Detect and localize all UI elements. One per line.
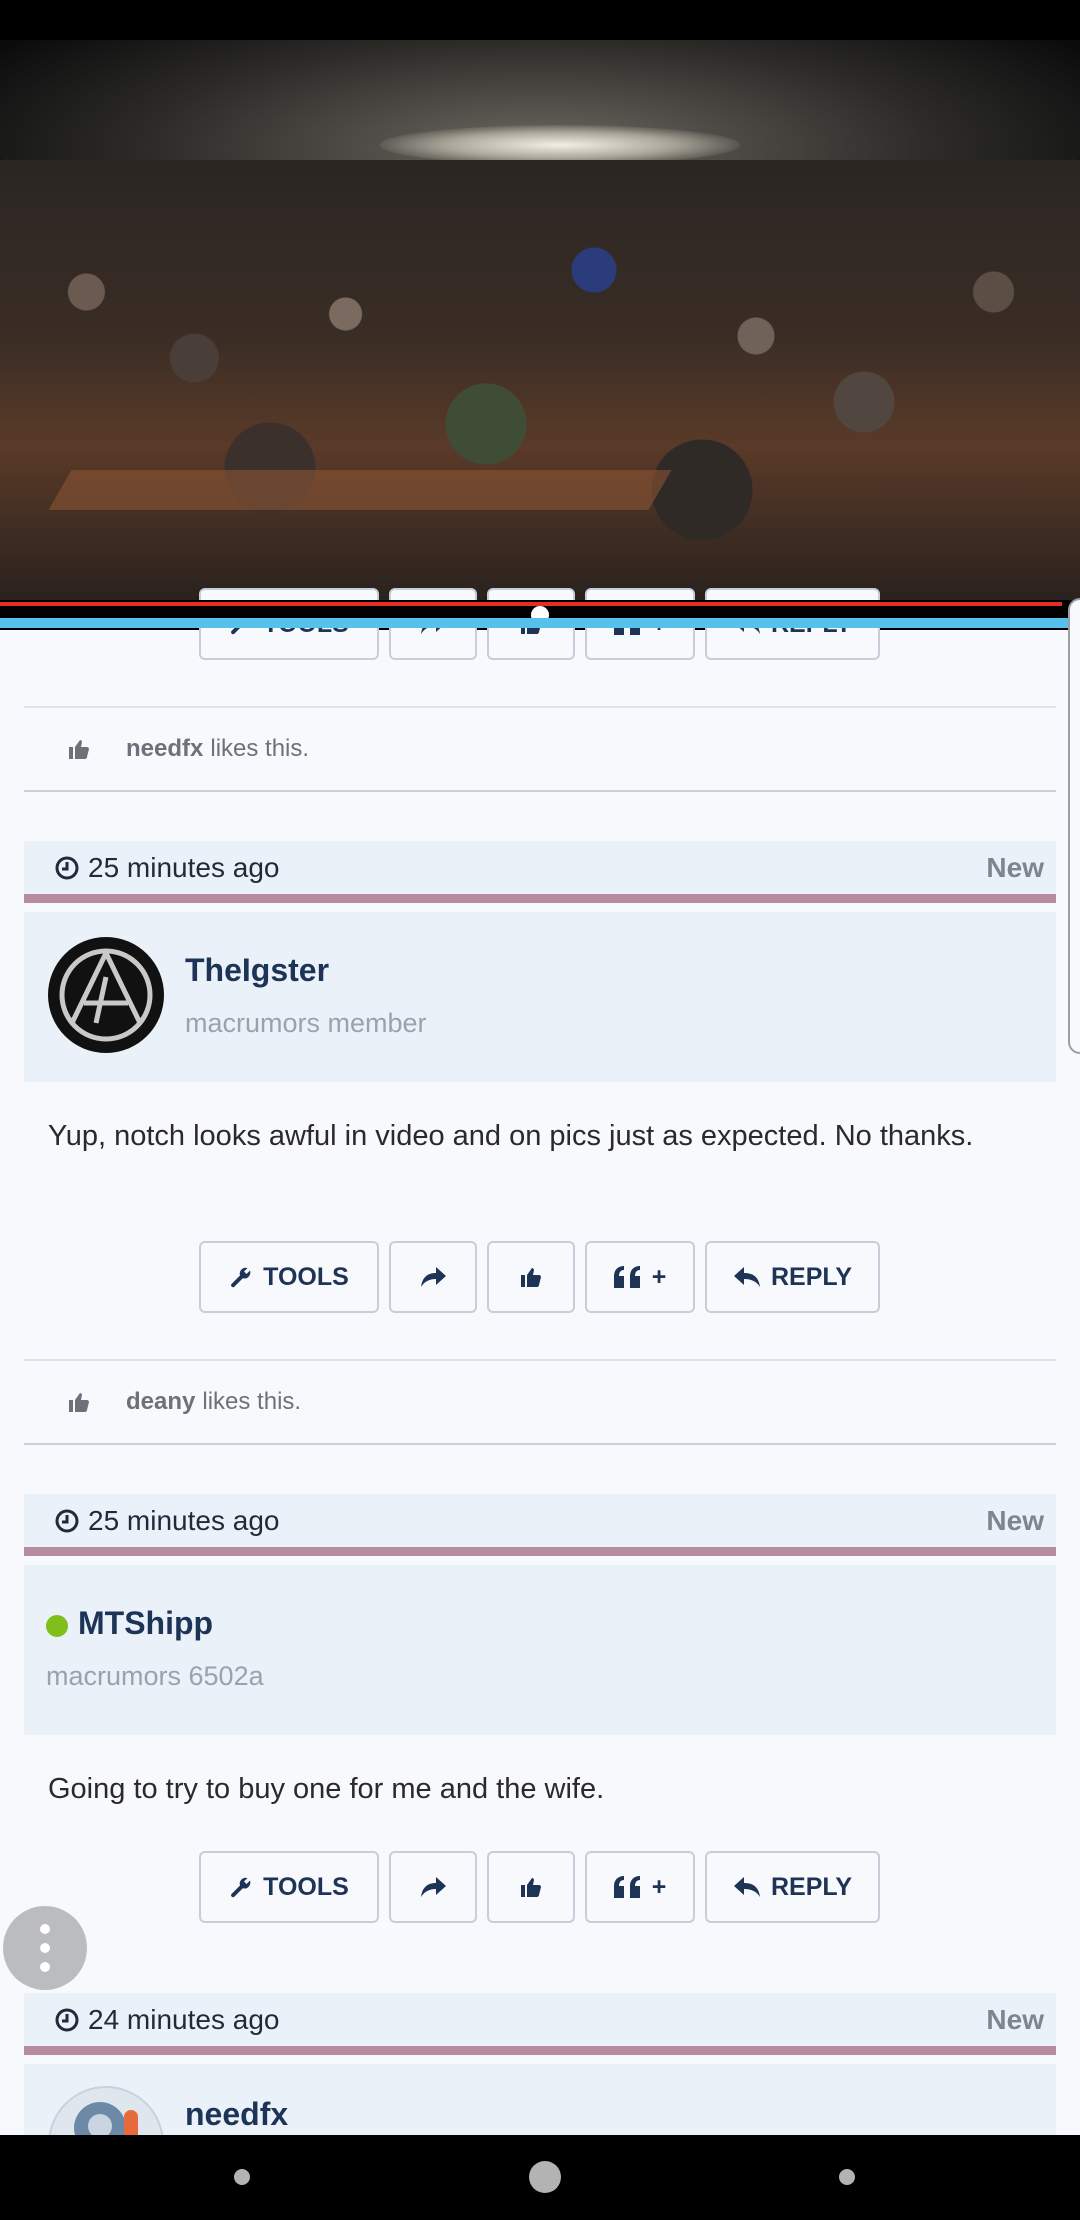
share-button[interactable] [389, 1851, 477, 1923]
username[interactable]: TheIgster [185, 952, 329, 989]
video-frame-audience [0, 160, 1080, 600]
username[interactable]: MTShipp [78, 1605, 213, 1642]
reply-icon [733, 1267, 760, 1287]
multiquote-label: + [651, 1872, 667, 1901]
avatar[interactable] [48, 2086, 164, 2135]
likes-summary: needfx likes this. [24, 706, 1056, 792]
edge-panel-handle[interactable] [1068, 598, 1080, 1054]
new-badge: New [986, 1504, 1044, 1536]
likes-text: likes this. [202, 1388, 302, 1415]
quote-icon [613, 1876, 640, 1898]
post-actions: TOOLS + REPLY [199, 1241, 880, 1313]
post-header: 24 minutes ago New [24, 1993, 1056, 2055]
share-icon [421, 1267, 446, 1287]
multiquote-label: + [651, 1262, 667, 1291]
liker-username[interactable]: needfx [126, 735, 203, 763]
multiquote-button[interactable]: + [585, 1241, 695, 1313]
post-header: 25 minutes ago New [24, 841, 1056, 903]
wrench-icon [231, 1267, 251, 1288]
quote-icon [613, 1266, 640, 1288]
post-time-text: 25 minutes ago [88, 1504, 280, 1536]
video-frame-light [380, 125, 740, 165]
likes-text: likes this. [210, 735, 310, 762]
reply-label: REPLY [770, 1872, 853, 1901]
clock-icon [55, 856, 79, 879]
post-time[interactable]: 25 minutes ago [54, 1505, 279, 1537]
new-badge: New [986, 2003, 1044, 2035]
video-player[interactable] [0, 40, 1080, 600]
post-time-text: 25 minutes ago [88, 851, 280, 883]
post-time[interactable]: 24 minutes ago [54, 2004, 279, 2036]
reply-button[interactable]: REPLY [705, 1241, 880, 1313]
reply-button[interactable]: REPLY [705, 1851, 880, 1923]
liker-username[interactable]: deany [126, 1388, 195, 1416]
online-status-dot [46, 1615, 68, 1637]
post-time[interactable]: 25 minutes ago [54, 852, 279, 884]
post-user-block: needfx [24, 2064, 1056, 2135]
clock-icon [55, 1509, 79, 1532]
user-title: macrumors member [185, 1008, 427, 1038]
avatar-character-icon [74, 2102, 138, 2135]
video-progress-played [0, 602, 1062, 606]
new-badge: New [986, 851, 1044, 883]
back-button[interactable] [234, 2169, 250, 2185]
tools-label: TOOLS [263, 1262, 349, 1291]
page-top-bar [0, 618, 1080, 628]
linkin-park-logo-icon [50, 939, 162, 1051]
user-title: macrumors 6502a [46, 1661, 264, 1691]
more-options-button[interactable] [3, 1906, 87, 1990]
post-body: Going to try to buy one for me and the w… [48, 1773, 605, 1805]
avatar[interactable] [48, 937, 164, 1053]
recents-button[interactable] [839, 2169, 855, 2185]
thumbs-up-icon [69, 740, 89, 759]
thumbs-up-icon [521, 1268, 541, 1287]
post-user-block: TheIgster macrumors member [24, 912, 1056, 1082]
dot-icon [40, 1962, 50, 1972]
post-user-block: MTShipp macrumors 6502a [24, 1565, 1056, 1735]
thumbs-up-icon [69, 1393, 89, 1412]
post-header: 25 minutes ago New [24, 1494, 1056, 1556]
status-bar [0, 0, 1080, 40]
video-frame-floor [48, 470, 672, 510]
share-button[interactable] [389, 1241, 477, 1313]
username[interactable]: needfx [185, 2096, 288, 2133]
tools-button[interactable]: TOOLS [199, 1241, 379, 1313]
home-button[interactable] [529, 2161, 561, 2193]
dot-icon [40, 1924, 50, 1934]
post-actions: TOOLS + REPLY [199, 1851, 880, 1923]
wrench-icon [231, 1877, 251, 1898]
dot-icon [40, 1943, 50, 1953]
clock-icon [55, 2008, 79, 2031]
multiquote-button[interactable]: + [585, 1851, 695, 1923]
tools-label: TOOLS [263, 1872, 349, 1901]
thumbs-up-icon [521, 1878, 541, 1897]
reply-label: REPLY [770, 1262, 853, 1291]
post-body: Yup, notch looks awful in video and on p… [48, 1120, 974, 1152]
likes-summary: deany likes this. [24, 1359, 1056, 1445]
share-icon [421, 1877, 446, 1897]
like-button[interactable] [487, 1851, 575, 1923]
tools-button[interactable]: TOOLS [199, 1851, 379, 1923]
post-time-text: 24 minutes ago [88, 2003, 280, 2035]
like-button[interactable] [487, 1241, 575, 1313]
reply-icon [733, 1877, 760, 1897]
